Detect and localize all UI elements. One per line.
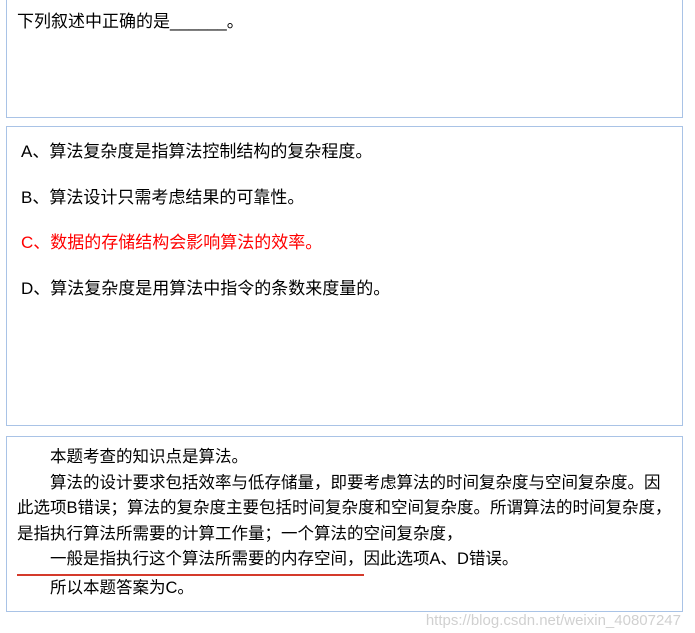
watermark-text: https://blog.csdn.net/weixin_40807247 xyxy=(426,612,681,629)
stem-suffix: 。 xyxy=(227,12,244,31)
explanation-p1: 本题考查的知识点是算法。 xyxy=(17,445,672,471)
option-a[interactable]: A、算法复杂度是指算法控制结构的复杂程度。 xyxy=(21,139,668,165)
option-b[interactable]: B、算法设计只需考虑结果的可靠性。 xyxy=(21,185,668,211)
option-text: 算法设计只需考虑结果的可靠性。 xyxy=(49,188,304,207)
explanation-p2a: 算法的设计要求包括效率与低存储量，即要考虑算法的时间复杂度与空间复杂度。因此选项… xyxy=(17,474,672,543)
options-panel: A、算法复杂度是指算法控制结构的复杂程度。 B、算法设计只需考虑结果的可靠性。 … xyxy=(6,126,683,426)
option-text: 数据的存储结构会影响算法的效率。 xyxy=(50,233,322,252)
option-label: B、 xyxy=(21,188,49,207)
option-label: C、 xyxy=(21,233,50,252)
stem-blank: ______ xyxy=(170,12,227,31)
question-stem: 下列叙述中正确的是______。 xyxy=(17,8,672,35)
explanation-p2: 算法的设计要求包括效率与低存储量，即要考虑算法的时间复杂度与空间复杂度。因此选项… xyxy=(17,471,672,576)
option-label: D、 xyxy=(21,279,50,298)
question-panel: 下列叙述中正确的是______。 xyxy=(6,0,683,118)
explanation-panel: 本题考查的知识点是算法。 算法的设计要求包括效率与低存储量，即要考虑算法的时间复… xyxy=(6,436,683,612)
option-label: A、 xyxy=(21,142,49,161)
stem-prefix: 下列叙述中正确的是 xyxy=(17,12,170,31)
option-c[interactable]: C、数据的存储结构会影响算法的效率。 xyxy=(21,230,668,256)
explanation-p3: 所以本题答案为C。 xyxy=(17,576,672,602)
explanation-underline: 一般是指执行这个算法所需要的内存空间， xyxy=(17,547,364,576)
option-d[interactable]: D、算法复杂度是用算法中指令的条数来度量的。 xyxy=(21,276,668,302)
explanation-p2b: 因此选项A、D错误。 xyxy=(364,550,519,568)
option-text: 算法复杂度是用算法中指令的条数来度量的。 xyxy=(50,279,390,298)
option-text: 算法复杂度是指算法控制结构的复杂程度。 xyxy=(49,142,372,161)
